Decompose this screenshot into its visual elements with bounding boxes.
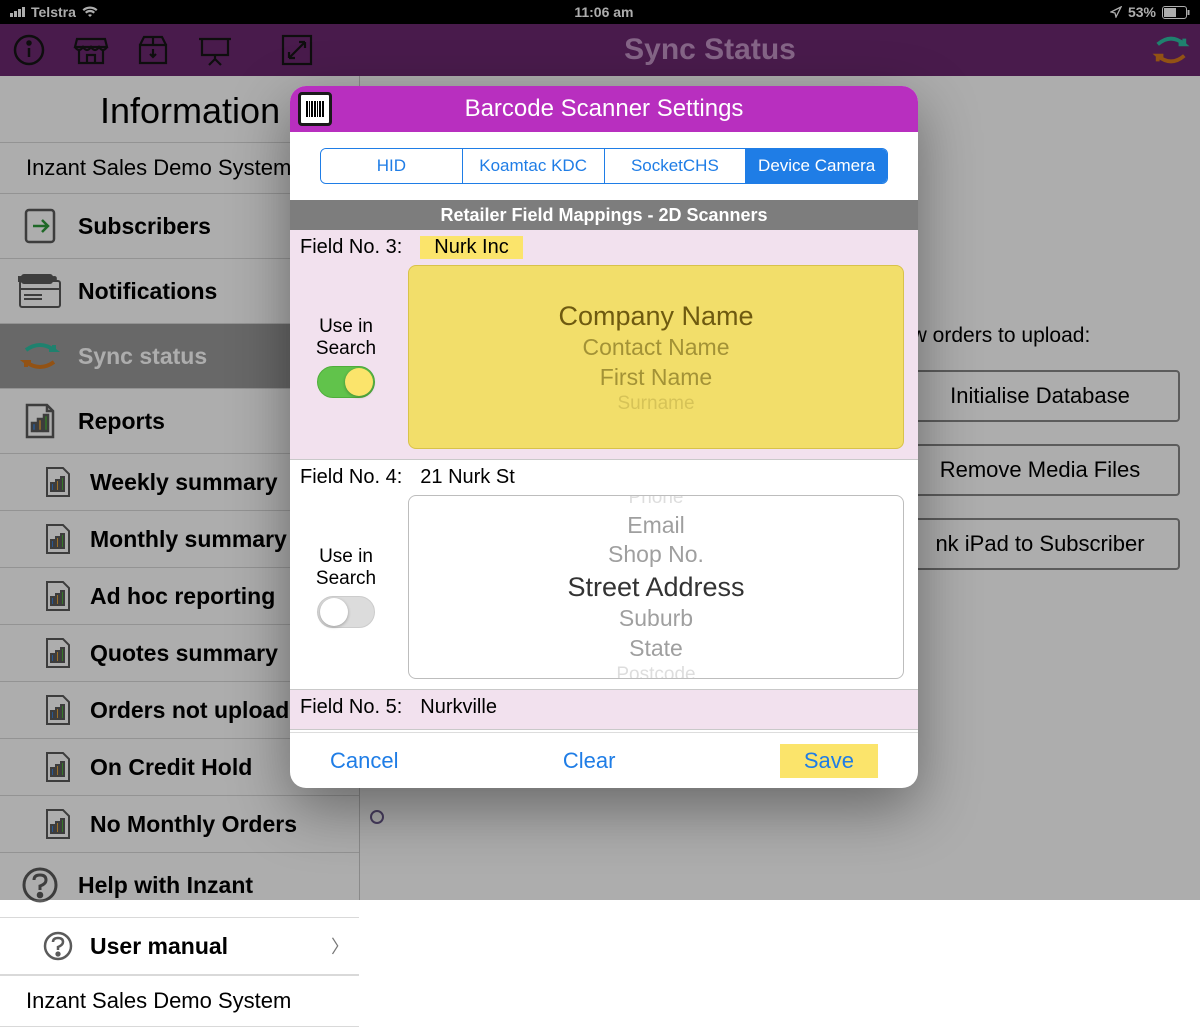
footer-system-name: Inzant Sales Demo System xyxy=(0,975,359,1027)
cancel-button[interactable]: Cancel xyxy=(330,748,398,774)
field3-picker[interactable]: Company Name Contact Name First Name Sur… xyxy=(408,265,904,449)
field-value: Nurkville xyxy=(420,696,497,719)
field-row-5: Field No. 5: Nurkville xyxy=(290,690,918,730)
barcode-settings-modal: Barcode Scanner Settings HID Koamtac KDC… xyxy=(290,86,918,788)
help-small-icon xyxy=(40,928,76,964)
field-row-4: Field No. 4: 21 Nurk St Use in Search Ph… xyxy=(290,460,918,690)
tab-hid[interactable]: HID xyxy=(321,149,463,183)
picker-option: State xyxy=(629,634,683,664)
field-label: Field No. 4: xyxy=(300,466,402,489)
modal-footer: Cancel Clear Save xyxy=(290,732,918,788)
use-in-search-label: Use in Search xyxy=(304,316,388,360)
picker-option: Postcode xyxy=(616,663,695,679)
field-label: Field No. 5: xyxy=(300,696,402,719)
tab-device-camera[interactable]: Device Camera xyxy=(746,149,887,183)
field-row-3: Field No. 3: Nurk Inc Use in Search Comp… xyxy=(290,230,918,460)
clear-button[interactable]: Clear xyxy=(563,748,616,774)
picker-option: Shop No. xyxy=(608,540,704,570)
use-in-search-toggle-3[interactable] xyxy=(317,366,375,398)
picker-option: Email xyxy=(627,511,685,541)
field-label: Field No. 3: xyxy=(300,236,402,259)
modal-title: Barcode Scanner Settings xyxy=(465,95,744,123)
sidebar-label: User manual xyxy=(90,933,228,960)
sidebar-item-user-manual[interactable]: User manual 〉 xyxy=(0,918,359,975)
picker-option: Contact Name xyxy=(582,333,729,363)
scanner-type-tabs: HID Koamtac KDC SocketCHS Device Camera xyxy=(320,148,888,184)
field-value: 21 Nurk St xyxy=(420,466,514,489)
modal-header: Barcode Scanner Settings xyxy=(290,86,918,132)
section-header: Retailer Field Mappings - 2D Scanners xyxy=(290,200,918,230)
picker-option: Company Name xyxy=(558,299,753,333)
picker-option: Suburb xyxy=(619,604,693,634)
tab-socketchs[interactable]: SocketCHS xyxy=(605,149,747,183)
chevron-right-icon: 〉 xyxy=(331,933,349,959)
picker-option: Street Address xyxy=(567,570,744,604)
field-value: Nurk Inc xyxy=(420,236,522,259)
picker-option: Surname xyxy=(617,392,694,417)
use-in-search-label: Use in Search xyxy=(304,546,388,590)
barcode-icon xyxy=(298,92,332,126)
tab-koamtac[interactable]: Koamtac KDC xyxy=(463,149,605,183)
use-in-search-toggle-4[interactable] xyxy=(317,596,375,628)
picker-option: First Name xyxy=(600,363,712,393)
field4-picker[interactable]: Phone Email Shop No. Street Address Subu… xyxy=(408,495,904,679)
save-button[interactable]: Save xyxy=(780,744,878,778)
picker-option: Phone xyxy=(629,495,684,511)
